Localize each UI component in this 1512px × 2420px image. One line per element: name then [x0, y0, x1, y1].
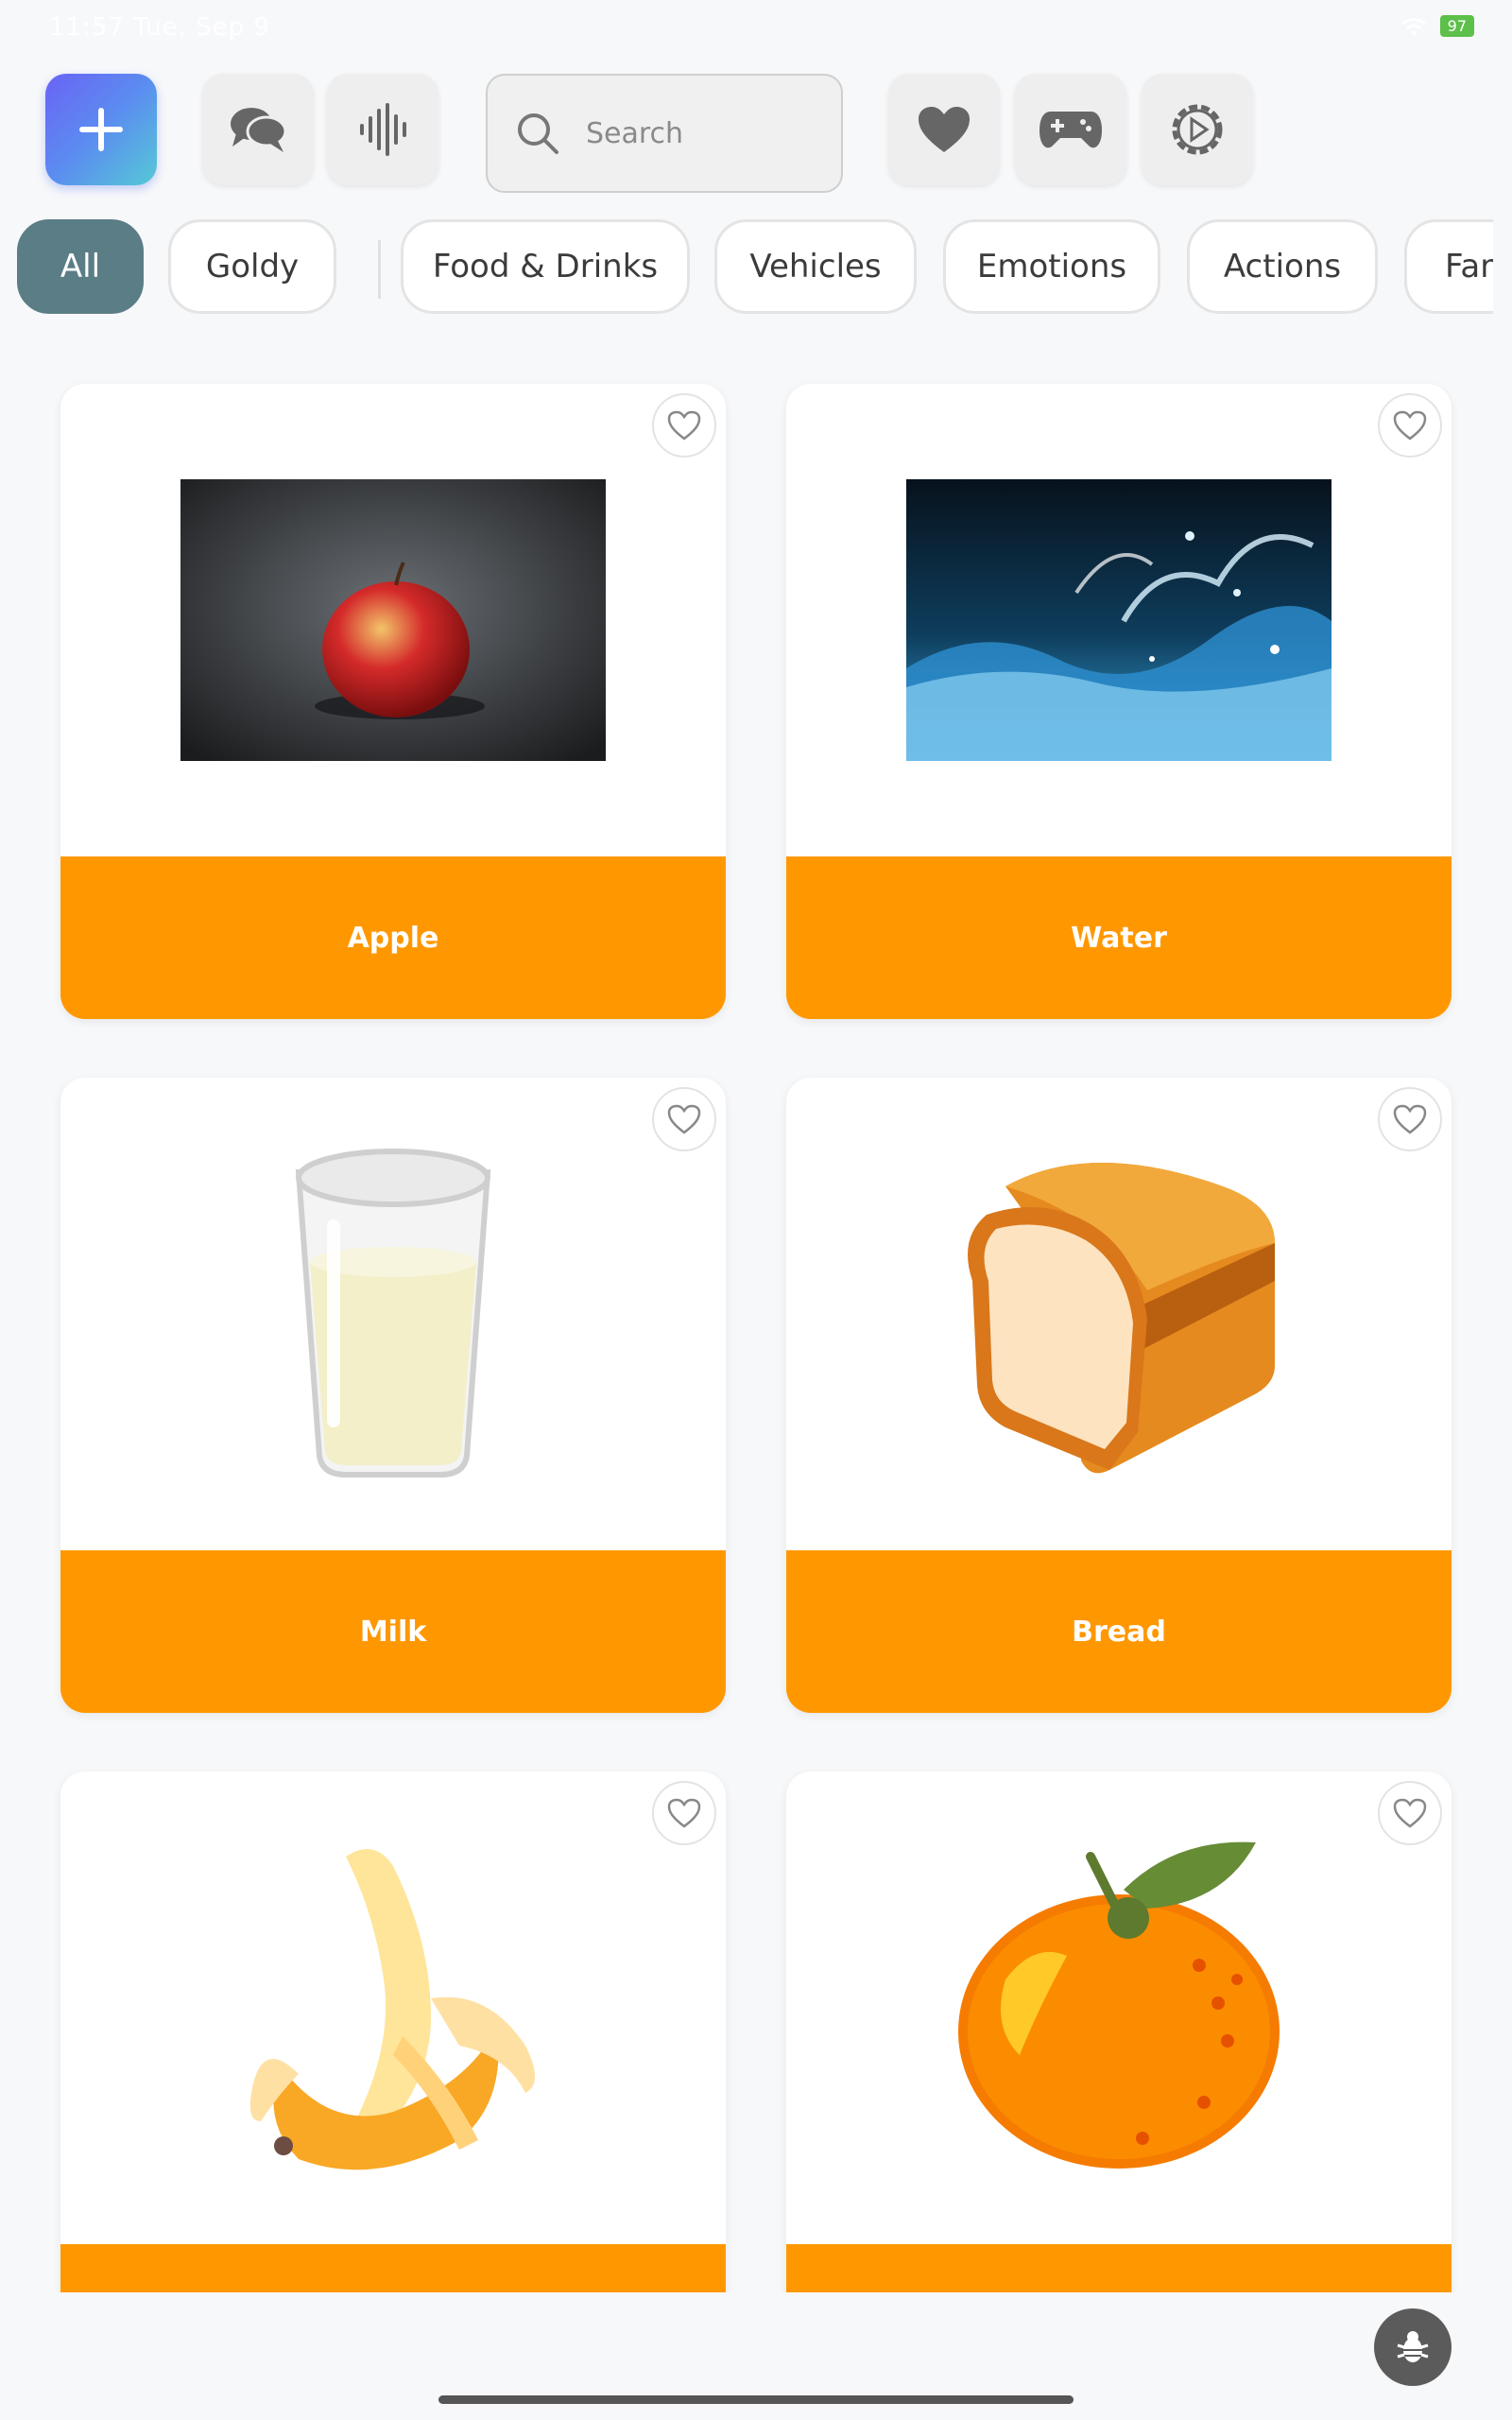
tangerine-icon — [958, 1841, 1280, 2169]
chat-button[interactable] — [202, 74, 314, 185]
chip-vehicles[interactable]: Vehicles — [714, 219, 917, 314]
heart-outline-icon — [667, 410, 701, 441]
favorite-button[interactable] — [652, 1781, 716, 1845]
debug-button[interactable] — [1374, 2308, 1452, 2386]
wifi-icon — [1400, 17, 1426, 35]
chip-all[interactable]: All — [17, 219, 144, 314]
category-bar: All Goldy Food & Drinks Vehicles Emotion… — [0, 217, 1493, 320]
card-label: Bread — [786, 1550, 1452, 1713]
settings-button[interactable] — [1142, 74, 1253, 185]
plus-icon — [79, 108, 123, 151]
bug-icon — [1397, 2331, 1429, 2362]
heart-outline-icon — [1393, 410, 1427, 441]
favorite-button[interactable] — [1378, 393, 1442, 458]
card-grid: Apple Water Milk Bread — [0, 378, 1512, 2292]
chip-divider — [378, 240, 381, 299]
search-input[interactable]: Search — [486, 74, 843, 193]
card-banana[interactable] — [60, 1772, 726, 2292]
card-image — [60, 1078, 726, 1550]
card-water[interactable]: Water — [786, 384, 1452, 1019]
settings-icon — [1172, 104, 1223, 155]
chip-emotions[interactable]: Emotions — [943, 219, 1160, 314]
card-image — [786, 1078, 1452, 1550]
status-time: 11:57 Tue, Sep 9 — [49, 13, 270, 42]
card-image — [60, 384, 726, 856]
chip-goldy[interactable]: Goldy — [168, 219, 336, 314]
search-icon — [518, 113, 558, 154]
search-placeholder: Search — [586, 116, 684, 150]
favorite-button[interactable] — [652, 393, 716, 458]
card-apple[interactable]: Apple — [60, 384, 726, 1019]
card-image — [786, 384, 1452, 856]
heart-outline-icon — [1393, 1104, 1427, 1134]
milk-glass-icon — [295, 1149, 491, 1478]
battery-indicator: 97 — [1439, 15, 1474, 37]
heart-icon — [919, 107, 970, 152]
card-image — [60, 1772, 726, 2244]
card-label — [60, 2244, 726, 2292]
heart-outline-icon — [1393, 1798, 1427, 1828]
chip-food-drinks[interactable]: Food & Drinks — [401, 219, 690, 314]
card-bread[interactable]: Bread — [786, 1078, 1452, 1713]
heart-outline-icon — [667, 1798, 701, 1828]
gamepad-icon — [1040, 112, 1102, 148]
apple-photo — [180, 479, 606, 761]
home-indicator[interactable] — [438, 2395, 1074, 2404]
card-tangerine[interactable] — [786, 1772, 1452, 2292]
add-button[interactable] — [45, 74, 157, 185]
favorites-button[interactable] — [888, 74, 1000, 185]
card-milk[interactable]: Milk — [60, 1078, 726, 1713]
banana-icon — [249, 1849, 535, 2170]
games-button[interactable] — [1015, 74, 1126, 185]
chip-fan[interactable]: Fan — [1404, 219, 1493, 314]
heart-outline-icon — [667, 1104, 701, 1134]
card-label: Apple — [60, 856, 726, 1019]
chat-icon — [231, 108, 287, 152]
favorite-button[interactable] — [1378, 1087, 1442, 1151]
status-bar: 11:57 Tue, Sep 9 97 — [0, 0, 1512, 57]
card-image — [786, 1772, 1452, 2244]
favorite-button[interactable] — [1378, 1781, 1442, 1845]
chip-actions[interactable]: Actions — [1187, 219, 1378, 314]
top-toolbar: Search — [0, 72, 1512, 197]
favorite-button[interactable] — [652, 1087, 716, 1151]
voice-button[interactable] — [327, 74, 438, 185]
bread-loaf-icon — [968, 1163, 1275, 1474]
card-label — [786, 2244, 1452, 2292]
card-label: Water — [786, 856, 1452, 1019]
status-icons: 97 — [1400, 15, 1474, 37]
water-photo — [906, 479, 1332, 761]
soundwave-icon — [360, 103, 406, 156]
card-label: Milk — [60, 1550, 726, 1713]
